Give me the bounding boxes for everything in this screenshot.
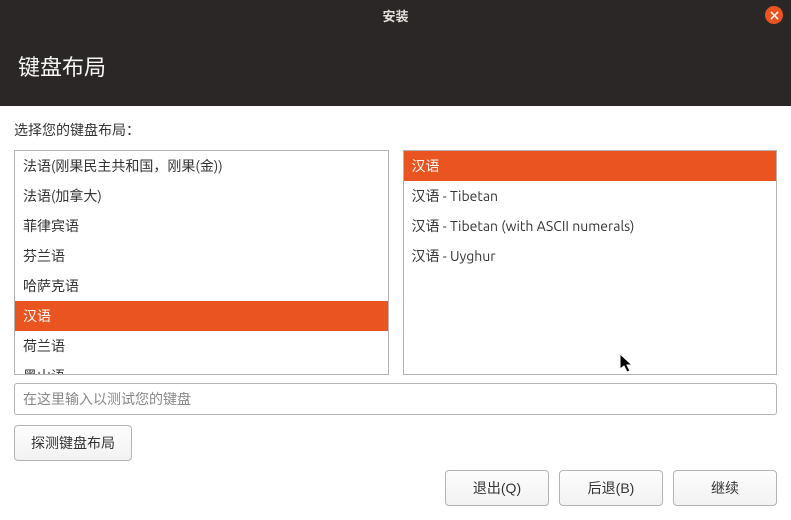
variant-item[interactable]: 汉语 - Tibetan (with ASCII numerals) — [404, 211, 777, 241]
prompt-label: 选择您的键盘布局： — [14, 120, 777, 140]
layout-item[interactable]: 芬兰语 — [15, 241, 388, 271]
layout-item[interactable]: 菲律宾语 — [15, 211, 388, 241]
layout-lists: 法语(刚果民主共和国，刚果(金))法语(加拿大)菲律宾语芬兰语哈萨克语汉语荷兰语… — [14, 150, 777, 375]
layout-list-left[interactable]: 法语(刚果民主共和国，刚果(金))法语(加拿大)菲律宾语芬兰语哈萨克语汉语荷兰语… — [14, 150, 389, 375]
content-area: 选择您的键盘布局： 法语(刚果民主共和国，刚果(金))法语(加拿大)菲律宾语芬兰… — [0, 106, 791, 461]
continue-button[interactable]: 继续 — [673, 470, 777, 506]
window-title: 安装 — [382, 6, 408, 25]
variant-item[interactable]: 汉语 - Uyghur — [404, 241, 777, 271]
layout-item[interactable]: 汉语 — [15, 301, 388, 331]
layout-item[interactable]: 荷兰语 — [15, 331, 388, 361]
detect-layout-button[interactable]: 探测键盘布局 — [14, 425, 132, 461]
back-button[interactable]: 后退(B) — [559, 470, 663, 506]
layout-item[interactable]: 黑山语 — [15, 361, 388, 375]
titlebar: 安装 — [0, 0, 791, 30]
page-title: 键盘布局 — [18, 55, 106, 80]
variant-item[interactable]: 汉语 - Tibetan — [404, 181, 777, 211]
quit-button[interactable]: 退出(Q) — [445, 470, 549, 506]
layout-item[interactable]: 哈萨克语 — [15, 271, 388, 301]
close-icon — [770, 11, 779, 20]
variant-item[interactable]: 汉语 — [404, 151, 777, 181]
close-button[interactable] — [765, 6, 783, 24]
footer-buttons: 退出(Q) 后退(B) 继续 — [445, 470, 777, 506]
page-header: 键盘布局 — [0, 30, 791, 106]
layout-item[interactable]: 法语(刚果民主共和国，刚果(金)) — [15, 151, 388, 181]
keyboard-test-input[interactable] — [14, 383, 777, 415]
layout-variant-list-right[interactable]: 汉语汉语 - Tibetan汉语 - Tibetan (with ASCII n… — [403, 150, 778, 375]
layout-item[interactable]: 法语(加拿大) — [15, 181, 388, 211]
